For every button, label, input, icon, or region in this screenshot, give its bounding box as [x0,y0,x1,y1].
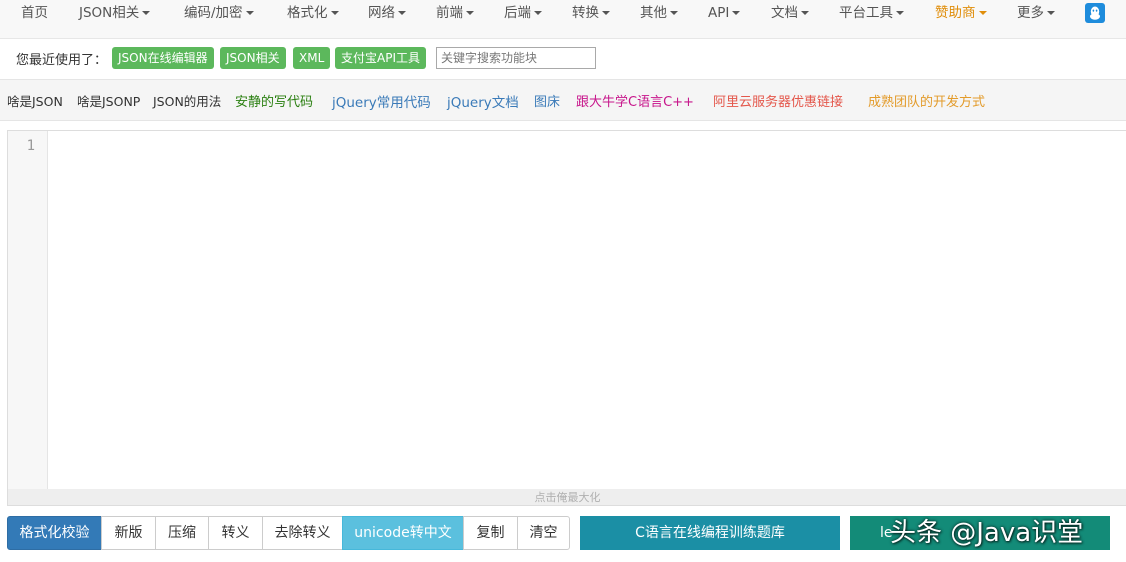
nav-platform-tools[interactable]: 平台工具 [839,0,904,26]
qq-icon[interactable] [1085,3,1105,23]
compress-button[interactable]: 压缩 [155,516,209,550]
nav-home[interactable]: 首页 [21,0,48,26]
link-what-is-json[interactable]: 啥是JSON [7,91,63,110]
clear-button[interactable]: 清空 [517,516,570,550]
nav-json[interactable]: JSON相关 [79,0,151,26]
new-version-button[interactable]: 新版 [101,516,156,550]
nav-format[interactable]: 格式化 [287,0,339,26]
link-quiet-coding[interactable]: 安静的写代码 [235,91,313,110]
nav-more[interactable]: 更多 [1017,0,1055,26]
nav-label: 格式化 [287,5,328,21]
caret-down-icon [896,11,904,15]
c-training-button[interactable]: C语言在线编程训练题库 [580,516,840,550]
nav-label: 更多 [1017,5,1044,21]
recent-tag-xml[interactable]: XML [293,47,331,69]
caret-down-icon [801,11,809,15]
recent-tools-row: 您最近使用了： JSON在线编辑器 JSON相关 XML 支付宝API工具 [0,39,1126,78]
nav-convert[interactable]: 转换 [572,0,610,26]
recent-tag-json[interactable]: JSON相关 [220,47,286,69]
link-jquery-docs[interactable]: jQuery文档 [447,91,519,111]
maximize-bar[interactable]: 点击俺最大化 [7,489,1126,506]
nav-api[interactable]: API [708,0,741,26]
qq-penguin-icon [1090,6,1100,20]
nav-docs[interactable]: 文档 [771,0,809,26]
copy-button[interactable]: 复制 [463,516,518,550]
nav-encode[interactable]: 编码/加密 [184,0,254,26]
nav-label: API [708,5,730,21]
nav-label: 其他 [640,5,667,21]
links-bar: 啥是JSON 啥是JSONP JSON的用法 安静的写代码 jQuery常用代码… [0,79,1126,121]
line-gutter: 1 [8,131,48,489]
link-team-dev[interactable]: 成熟团队的开发方式 [868,91,985,110]
recent-tag-alipay-api[interactable]: 支付宝API工具 [335,47,426,69]
caret-down-icon [732,11,741,15]
json-editor[interactable]: 1 [7,130,1126,490]
escape-button[interactable]: 转义 [208,516,263,550]
caret-down-icon [670,11,678,15]
nav-sponsor[interactable]: 赞助商 [935,0,987,26]
nav-other[interactable]: 其他 [640,0,678,26]
nav-label: 首页 [21,5,48,21]
nav-network[interactable]: 网络 [368,0,406,26]
search-input[interactable] [436,47,596,69]
link-image-host[interactable]: 图床 [534,91,560,110]
nav-label: JSON相关 [79,5,140,21]
format-validate-button[interactable]: 格式化校验 [7,516,102,550]
unescape-button[interactable]: 去除转义 [262,516,343,550]
nav-backend[interactable]: 后端 [504,0,542,26]
caret-down-icon [978,11,987,15]
recent-tag-json-editor[interactable]: JSON在线编辑器 [112,47,214,69]
caret-down-icon [1047,11,1055,15]
caret-down-icon [330,11,339,15]
nav-label: 平台工具 [839,5,893,21]
nav-label: 文档 [771,5,798,21]
recent-label: 您最近使用了： [16,53,108,68]
unicode-to-chinese-button[interactable]: unicode转中文 [342,516,464,550]
nav-label: 网络 [368,5,395,21]
nav-label: 后端 [504,5,531,21]
top-navbar: 首页 JSON相关 编码/加密 格式化 网络 前端 后端 转换 其他 API 文… [0,0,1126,39]
caret-down-icon [534,11,542,15]
nav-label: 转换 [572,5,599,21]
nav-label: 编码/加密 [184,5,243,21]
nav-label: 前端 [436,5,463,21]
link-learn-c[interactable]: 跟大牛学C语言C++ [576,91,694,110]
caret-down-icon [245,11,254,15]
caret-down-icon [142,11,151,15]
link-jquery-snippets[interactable]: jQuery常用代码 [332,91,431,111]
link-what-is-jsonp[interactable]: 啥是JSONP [77,91,140,110]
line-number: 1 [26,138,35,154]
caret-down-icon [602,11,610,15]
nav-label: 赞助商 [935,5,976,21]
nav-frontend[interactable]: 前端 [436,0,474,26]
link-json-usage[interactable]: JSON的用法 [153,91,221,110]
caret-down-icon [466,11,474,15]
watermark: 头条 @Java识堂 [890,518,1084,548]
link-aliyun-discount[interactable]: 阿里云服务器优惠链接 [713,91,843,110]
caret-down-icon [398,11,406,15]
